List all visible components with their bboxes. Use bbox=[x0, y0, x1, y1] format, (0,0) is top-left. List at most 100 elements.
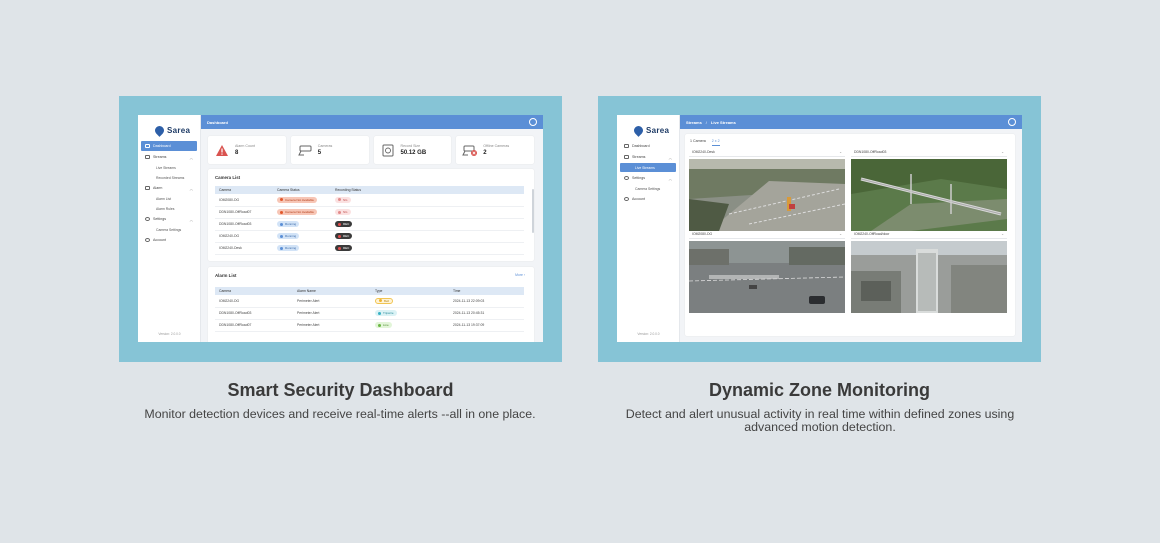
breadcrumb-root[interactable]: Streams bbox=[686, 120, 702, 125]
type-badge: Bell bbox=[375, 297, 394, 304]
breadcrumb-separator: / bbox=[705, 119, 707, 125]
logo-text: Sarea bbox=[167, 125, 191, 135]
logo-text: Sarea bbox=[646, 125, 670, 135]
breadcrumb-current: Live Streams bbox=[710, 119, 736, 125]
user-icon[interactable] bbox=[1008, 118, 1016, 126]
streams-card: 1 Camera 2 x 2 IOM2240-Desk ⌄ DDN1080-Of… bbox=[685, 134, 1015, 336]
left-caption-title: Smart Security Dashboard bbox=[227, 380, 454, 400]
logo: Sarea bbox=[138, 115, 200, 137]
table-row[interactable]: IOM2080-DG Camera Not Available NG bbox=[215, 194, 524, 207]
sidebar-item-account[interactable]: Account bbox=[141, 235, 197, 245]
camera-icon bbox=[297, 143, 313, 157]
camera-view[interactable]: IOM2240-Desk ⌄ bbox=[689, 148, 846, 236]
dashboard-screen: Sarea Dashboard Streams ︿ Live Streams Re… bbox=[138, 115, 543, 342]
status-badge: Camera Not Available bbox=[277, 209, 317, 215]
sidebar-item-alarm-rules[interactable]: Alarm Rules bbox=[141, 204, 197, 213]
more-link[interactable]: More › bbox=[515, 273, 525, 277]
sidebar-item-dashboard[interactable]: Dashboard bbox=[620, 141, 676, 151]
gear-icon bbox=[145, 217, 150, 221]
table-row[interactable]: DDN1080-OffRoad07 Camera Not Available N… bbox=[215, 206, 524, 219]
recording-badge: NG bbox=[335, 196, 351, 203]
alarm-list-card: Alarm List More › Camera Alarm Name Type… bbox=[208, 267, 534, 342]
table-row[interactable]: IOM2240-Desk Running REC bbox=[215, 242, 524, 255]
sidebar-item-live-streams[interactable]: Live Streams bbox=[620, 163, 676, 172]
status-badge: Camera Not Available bbox=[277, 196, 317, 203]
camera-offline-icon bbox=[462, 143, 478, 157]
camera-feed-image bbox=[851, 241, 1007, 313]
chevron-down-icon[interactable]: ⌄ bbox=[839, 150, 842, 154]
camera-feed-image bbox=[688, 241, 846, 313]
sidebar-item-settings[interactable]: Settings ︿ bbox=[620, 173, 676, 183]
version-label: Version: 2.0.0.0 bbox=[637, 332, 660, 336]
sidebar-item-alarm[interactable]: Alarm ︿ bbox=[141, 183, 197, 193]
alarm-list-title: Alarm List bbox=[215, 273, 237, 278]
account-icon bbox=[624, 197, 629, 201]
top-bar: Streams / Live Streams bbox=[680, 115, 1022, 129]
table-row[interactable]: IOM2240-DG Running REC bbox=[215, 230, 524, 243]
version-label: Version: 2.0.0.0 bbox=[158, 332, 181, 336]
camera-view[interactable]: DDN1080-OffRoad03 ⌄ bbox=[851, 148, 1007, 236]
sidebar-item-recorded-streams[interactable]: Recorded Streams bbox=[141, 173, 197, 182]
sidebar-item-streams[interactable]: Streams ︿ bbox=[141, 152, 197, 162]
sidebar-item-account[interactable]: Account bbox=[620, 194, 676, 204]
live-streams-preview-panel: Sarea Dashboard Streams ︿ Live Streams Se… bbox=[598, 96, 1041, 362]
sidebar-item-camera-settings[interactable]: Camera Settings bbox=[141, 225, 197, 234]
recording-badge: REC bbox=[335, 221, 353, 227]
chevron-up-icon: ︿ bbox=[189, 186, 193, 191]
camera-feed-image bbox=[851, 159, 1007, 231]
sidebar-item-settings[interactable]: Settings ︿ bbox=[141, 214, 197, 224]
tab-1-camera[interactable]: 1 Camera bbox=[690, 139, 706, 146]
logo-icon bbox=[153, 123, 166, 137]
sidebar-item-camera-settings[interactable]: Camera Settings bbox=[620, 184, 676, 193]
alarm-icon bbox=[145, 186, 150, 190]
stat-card-offline-cameras: Offline Cameras 2 bbox=[456, 136, 534, 164]
status-badge: Running bbox=[277, 221, 300, 227]
camera-view[interactable]: IOM2240-OffRoad/door ⌄ bbox=[851, 230, 1007, 318]
sidebar-item-alarm-list[interactable]: Alarm List bbox=[141, 194, 197, 203]
live-streams-screen: Sarea Dashboard Streams ︿ Live Streams Se… bbox=[617, 115, 1022, 342]
chevron-down-icon[interactable]: ⌄ bbox=[839, 232, 842, 236]
sidebar-item-streams[interactable]: Streams ︿ bbox=[620, 152, 676, 162]
dashboard-icon bbox=[624, 144, 629, 148]
status-badge: Running bbox=[277, 233, 300, 239]
sidebar-item-live-streams[interactable]: Live Streams bbox=[141, 163, 197, 172]
gear-icon bbox=[624, 176, 629, 180]
dashboard-icon bbox=[145, 144, 150, 148]
chevron-right-icon: › bbox=[523, 273, 525, 277]
chevron-down-icon[interactable]: ⌄ bbox=[1001, 232, 1004, 236]
recording-badge: NG bbox=[335, 209, 351, 215]
type-badge: Tripwire bbox=[375, 310, 397, 316]
status-badge: Running bbox=[277, 245, 300, 251]
stat-card-record-size: Record Size 50.12 GB bbox=[373, 136, 452, 164]
stat-card-alarm-count: Alarm Count 8 bbox=[208, 136, 286, 164]
warning-icon bbox=[214, 143, 230, 157]
right-caption-title: Dynamic Zone Monitoring bbox=[708, 380, 930, 400]
type-badge: Line bbox=[375, 322, 392, 328]
table-row[interactable]: DDN1080-OffRoad03 Perimeter Alert Tripwi… bbox=[215, 307, 524, 320]
sidebar: Sarea Dashboard Streams ︿ Live Streams Se… bbox=[617, 115, 680, 342]
chevron-up-icon: ︿ bbox=[189, 155, 193, 160]
recording-badge: REC bbox=[335, 233, 353, 239]
layout-tabs: 1 Camera 2 x 2 bbox=[690, 139, 720, 146]
chevron-up-icon: ︿ bbox=[189, 217, 193, 222]
storage-icon bbox=[380, 143, 396, 157]
table-row[interactable]: IOM2240-DG Perimeter Alert Bell 2024-11-… bbox=[215, 295, 524, 308]
scrollbar[interactable] bbox=[532, 189, 534, 233]
camera-feed-image bbox=[689, 159, 846, 231]
stat-card-cameras: Cameras 5 bbox=[290, 136, 369, 164]
logo: Sarea bbox=[617, 115, 679, 137]
chevron-up-icon: ︿ bbox=[668, 176, 672, 181]
dashboard-preview-panel: Sarea Dashboard Streams ︿ Live Streams Re… bbox=[119, 96, 562, 362]
user-icon[interactable] bbox=[529, 118, 537, 126]
table-row[interactable]: DDN1080-OffRoad07 Perimeter Alert Line 2… bbox=[215, 319, 524, 332]
tab-2x2[interactable]: 2 x 2 bbox=[711, 139, 720, 146]
chevron-up-icon: ︿ bbox=[668, 155, 672, 160]
sidebar-item-dashboard[interactable]: Dashboard bbox=[141, 141, 197, 151]
table-row[interactable]: DDN1080-OffRoad03 Running REC bbox=[215, 218, 524, 231]
recording-badge: REC bbox=[335, 245, 353, 251]
chevron-down-icon[interactable]: ⌄ bbox=[1001, 150, 1004, 154]
streams-icon bbox=[145, 155, 150, 159]
account-icon bbox=[145, 238, 150, 242]
camera-view[interactable]: IOM2080-DG ⌄ bbox=[688, 230, 846, 318]
streams-icon bbox=[624, 155, 629, 159]
